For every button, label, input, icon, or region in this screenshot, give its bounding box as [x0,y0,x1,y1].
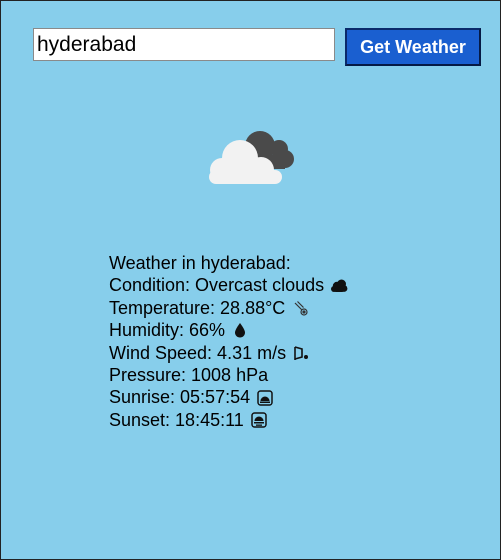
temperature-text: Temperature: 28.88°C [109,297,286,318]
cloud-icon [330,277,348,295]
pressure-text: Pressure: 1008 hPa [109,364,269,385]
city-search-input[interactable] [33,28,335,61]
wind-icon [292,344,310,362]
sunset-row: Sunset: 18:45:11 [109,409,348,431]
wind-speed-row: Wind Speed: 4.31 m/s [109,342,348,364]
weather-app: Get Weather Weather in hyderabad: [0,0,501,560]
weather-heading: Weather in hyderabad: [109,252,348,274]
droplet-icon [231,321,249,339]
thermometer-icon [291,299,309,317]
condition-row: Condition: Overcast clouds [109,274,348,296]
wind-speed-text: Wind Speed: 4.31 m/s [109,342,287,363]
sunrise-row: Sunrise: 05:57:54 [109,386,348,408]
sunrise-icon [256,389,274,407]
sunrise-text: Sunrise: 05:57:54 [109,387,251,408]
condition-text: Condition: Overcast clouds [109,275,325,296]
weather-heading-text: Weather in hyderabad: [109,253,291,273]
humidity-text: Humidity: 66% [109,320,226,341]
temperature-row: Temperature: 28.88°C [109,297,348,319]
sunset-icon [250,411,268,429]
humidity-row: Humidity: 66% [109,319,348,341]
sunset-text: Sunset: 18:45:11 [109,409,244,430]
overcast-clouds-icon [205,125,301,191]
pressure-row: Pressure: 1008 hPa [109,364,348,386]
weather-details: Weather in hyderabad: Condition: Overcas… [109,252,348,431]
get-weather-button[interactable]: Get Weather [345,28,481,66]
